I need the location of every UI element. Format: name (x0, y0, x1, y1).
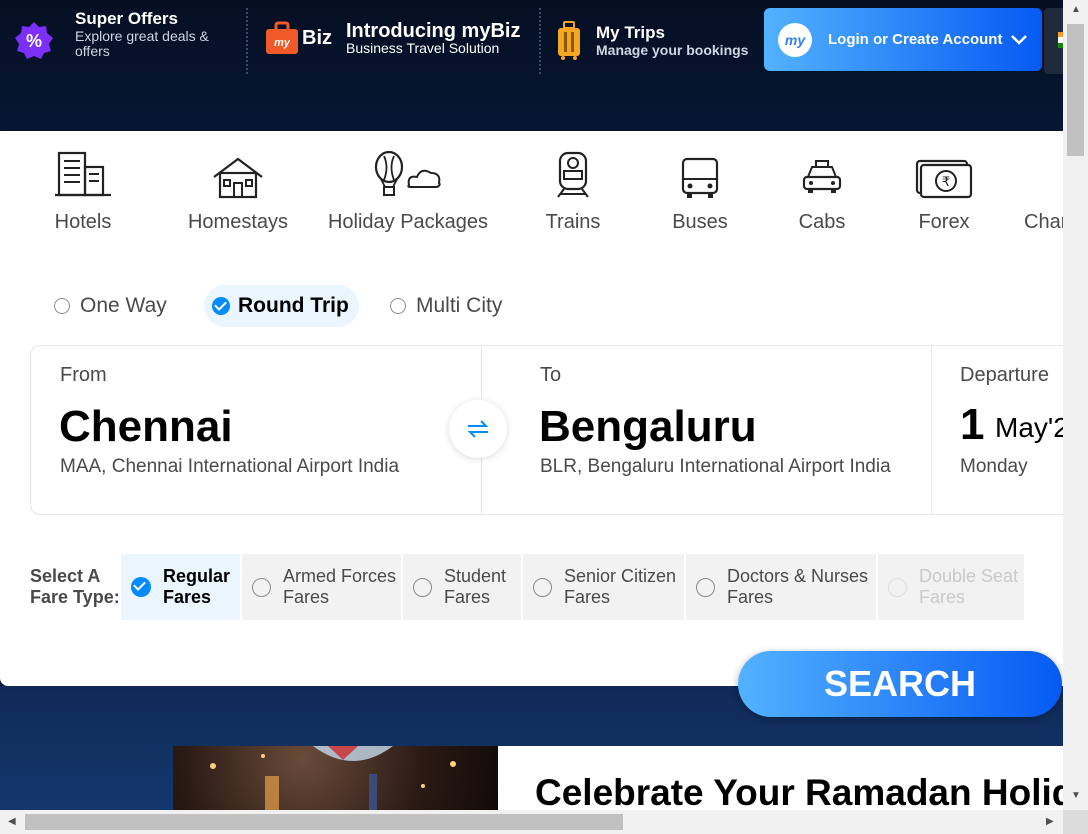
login-label: Login or Create Account (828, 31, 1003, 48)
mybiz-title: Introducing myBiz (346, 19, 521, 42)
fare-regular[interactable]: Regular Fares (121, 554, 240, 620)
trip-option-label: Round Trip (238, 294, 349, 317)
nav-hotels[interactable]: Hotels (30, 131, 136, 249)
horizontal-scroll-thumb[interactable] (25, 814, 623, 830)
super-offers-sub: Explore great deals & (75, 28, 209, 44)
homestay-icon (213, 157, 263, 199)
fare-armed-forces[interactable]: Armed Forces Fares (242, 554, 401, 620)
nav-label: Forex (918, 211, 970, 233)
to-label: To (540, 364, 562, 386)
check-radio-icon (131, 577, 151, 597)
product-nav: Hotels Homestays Holiday Packages Trains… (0, 131, 1063, 249)
mybiz-link[interactable]: my Biz Introducing myBiz Business Travel… (264, 20, 520, 56)
scroll-up-icon[interactable]: ▲ (1071, 4, 1081, 15)
scroll-down-icon[interactable]: ▼ (1071, 790, 1081, 801)
train-icon (557, 151, 589, 198)
radio-icon (888, 577, 907, 597)
radio-icon (54, 298, 70, 314)
departure-label: Departure (960, 364, 1049, 386)
hotel-icon (55, 151, 111, 197)
mybiz-sub: Business Travel Solution (346, 39, 500, 56)
scroll-right-icon[interactable]: ▶ (1046, 816, 1054, 827)
scroll-left-icon[interactable]: ◀ (8, 816, 16, 827)
nav-label: Hotels (54, 211, 112, 233)
flight-search-card: One Way Round Trip Multi City From Chenn… (0, 249, 1063, 686)
country-selector[interactable] (1044, 8, 1063, 74)
chevron-down-icon (1011, 34, 1027, 45)
my-trips-link[interactable]: My Trips Manage your bookings (556, 20, 748, 60)
nav-label: Buses (672, 211, 728, 233)
my-trips-title: My Trips (596, 22, 665, 42)
header-divider (246, 8, 248, 74)
trip-one-way[interactable]: One Way (54, 285, 167, 327)
banner-title: Celebrate Your Ramadan Holidays (535, 772, 1063, 810)
svg-text:my: my (274, 37, 291, 49)
departure-weekday: Monday (960, 456, 1028, 477)
vertical-scroll-thumb[interactable] (1067, 24, 1084, 156)
mybiz-logo-text: Biz (302, 26, 332, 49)
departure-day: 1 (960, 400, 985, 449)
promo-banner[interactable]: Celebrate Your Ramadan Holidays (173, 746, 1063, 810)
radio-icon (533, 577, 552, 597)
radio-icon (390, 298, 406, 314)
nav-trains[interactable]: Trains (538, 131, 608, 249)
departure-month: May'23 (995, 412, 1063, 443)
trip-multi-city[interactable]: Multi City (390, 285, 502, 327)
top-header: % Super Offers Explore great deals & off… (0, 0, 1063, 131)
fare-type-label: Select A Fare Type: (30, 566, 120, 607)
trip-round-trip[interactable]: Round Trip (204, 285, 359, 327)
departure-field[interactable]: Departure 1 May'23 Monday (931, 346, 1063, 514)
super-offers-title: Super Offers (75, 9, 178, 28)
offers-badge-icon: % (14, 21, 54, 61)
mybiz-logo-icon: my Biz (264, 20, 332, 56)
search-button[interactable]: SEARCH (738, 651, 1062, 717)
route-fields: From Chennai MAA, Chennai International … (30, 345, 1063, 515)
fare-senior-citizen[interactable]: Senior Citizen Fares (523, 554, 684, 620)
mmt-logo-icon: my (778, 22, 812, 57)
fare-double-seat: Double Seat Fares (878, 554, 1024, 620)
hot-air-balloon-icon (374, 151, 441, 196)
radio-icon (696, 577, 715, 597)
svg-text:₹: ₹ (942, 175, 950, 190)
banner-image (173, 746, 498, 810)
fare-doctors-nurses[interactable]: Doctors & Nurses Fares (686, 554, 876, 620)
nav-homestays[interactable]: Homestays (180, 131, 296, 249)
cab-icon (802, 160, 842, 193)
nav-label: Charter Flights (1024, 211, 1063, 233)
bus-icon (681, 157, 719, 198)
nav-charter-flights[interactable]: Charter Flights (1024, 131, 1063, 249)
super-offers-link[interactable]: % Super Offers Explore great deals & off… (14, 9, 209, 61)
nav-forex[interactable]: ₹ Forex (908, 131, 980, 249)
nav-label: Holiday Packages (327, 211, 489, 233)
horizontal-scrollbar[interactable]: ◀ ▶ (0, 810, 1063, 834)
from-city: Chennai (59, 402, 233, 451)
nav-holiday-packages[interactable]: Holiday Packages (326, 131, 490, 249)
fare-student[interactable]: Student Fares (403, 554, 521, 620)
my-trips-sub: Manage your bookings (596, 41, 749, 58)
nav-label: Homestays (187, 211, 289, 233)
check-radio-icon (212, 297, 230, 315)
to-airport: BLR, Bengaluru International Airport Ind… (540, 456, 891, 477)
to-field[interactable]: To Bengaluru BLR, Bengaluru Internationa… (481, 346, 931, 514)
from-label: From (60, 364, 107, 386)
radio-icon (413, 577, 432, 597)
trip-option-label: Multi City (416, 294, 503, 317)
super-offers-sub2: offers (75, 43, 110, 59)
from-airport: MAA, Chennai International Airport India (60, 456, 400, 477)
nav-label: Cabs (798, 211, 846, 233)
from-field[interactable]: From Chennai MAA, Chennai International … (31, 346, 481, 514)
header-divider (539, 8, 541, 74)
vertical-scrollbar[interactable]: ▲ ▼ (1063, 0, 1088, 810)
suitcase-icon (558, 21, 580, 60)
nav-cabs[interactable]: Cabs (787, 131, 857, 249)
trip-option-label: One Way (80, 294, 167, 317)
forex-note-icon: ₹ (915, 159, 973, 199)
nav-buses[interactable]: Buses (665, 131, 735, 249)
login-button[interactable]: my Login or Create Account (764, 8, 1042, 71)
nav-label: Trains (545, 211, 601, 233)
radio-icon (252, 577, 271, 597)
to-city: Bengaluru (539, 402, 757, 451)
scrollbar-corner (1063, 810, 1088, 834)
